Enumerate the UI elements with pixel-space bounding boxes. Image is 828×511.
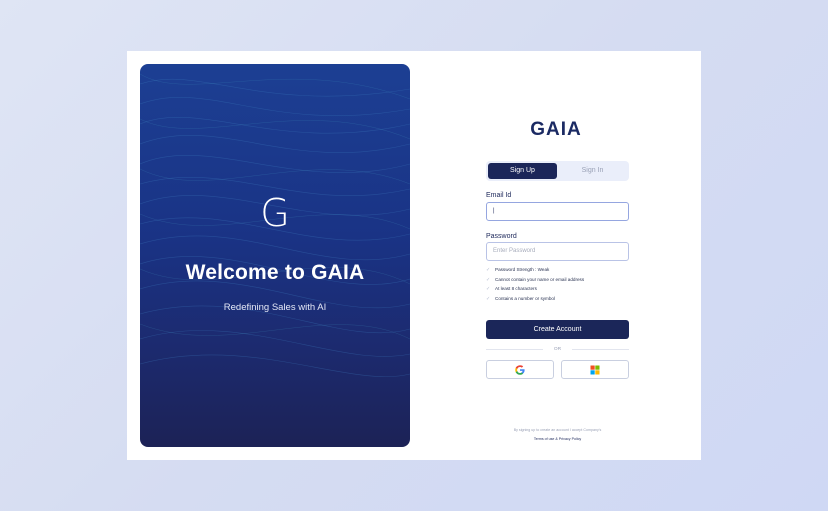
password-requirement-item: ✓ Password Strength : Weak bbox=[486, 265, 629, 275]
create-account-button[interactable]: Create Account bbox=[486, 320, 629, 339]
microsoft-icon bbox=[590, 365, 600, 375]
hero-logo-letter: G bbox=[260, 191, 290, 235]
brand-logo: GAIA bbox=[530, 119, 582, 140]
signup-card: G Welcome to GAIA Redefining Sales with … bbox=[127, 51, 701, 460]
or-divider: OR bbox=[486, 346, 629, 353]
auth-tabs: Sign Up Sign In bbox=[486, 161, 629, 181]
password-requirement-item: ✓ At least 8 characters bbox=[486, 284, 629, 294]
google-icon bbox=[515, 365, 525, 375]
wave-pattern-decoration bbox=[140, 73, 410, 377]
email-label: Email Id bbox=[486, 192, 512, 199]
password-requirements: ✓ Password Strength : Weak ✓ Cannot contai… bbox=[486, 265, 629, 303]
tab-sign-in[interactable]: Sign In bbox=[558, 163, 627, 179]
check-icon: ✓ bbox=[486, 295, 491, 302]
hero-subtitle: Redefining Sales with AI bbox=[223, 302, 327, 313]
password-field[interactable]: Enter Password bbox=[486, 242, 629, 261]
google-sign-in-button[interactable] bbox=[486, 360, 554, 379]
terms-link[interactable]: Terms of use & Privacy Policy bbox=[486, 437, 629, 442]
hero-title: Welcome to GAIA bbox=[185, 261, 365, 284]
hero-panel: G Welcome to GAIA Redefining Sales with … bbox=[140, 64, 410, 447]
divider-line bbox=[572, 349, 629, 350]
email-field[interactable]: | bbox=[486, 202, 629, 221]
password-label: Password bbox=[486, 233, 517, 240]
password-requirement-item: ✓ Cannot contain your name or email addre… bbox=[486, 275, 629, 285]
password-requirement-item: ✓ Contains a number or symbol bbox=[486, 294, 629, 304]
tab-sign-up[interactable]: Sign Up bbox=[488, 163, 557, 179]
terms-text: By signing up to create an account I acc… bbox=[513, 428, 602, 432]
microsoft-sign-in-button[interactable] bbox=[561, 360, 629, 379]
